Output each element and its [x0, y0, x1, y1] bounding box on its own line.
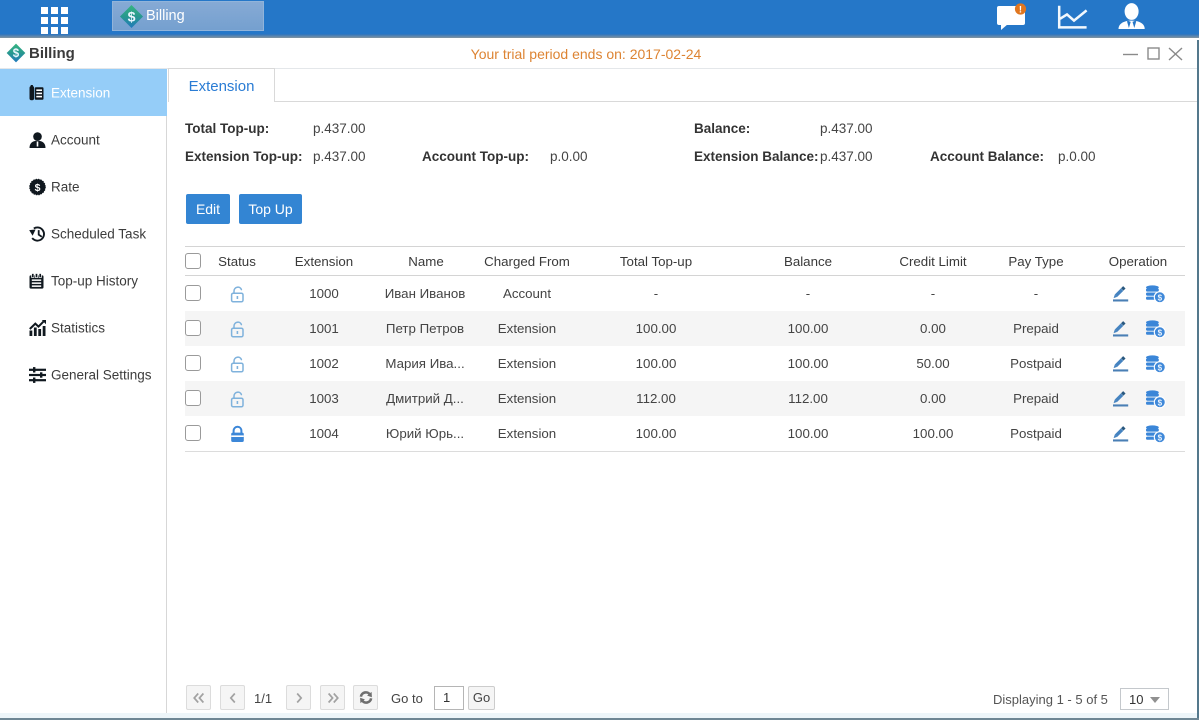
svg-text:$: $	[1158, 398, 1163, 407]
svg-text:$: $	[1158, 328, 1163, 337]
svg-text:$: $	[128, 8, 136, 24]
svg-text:$: $	[1158, 363, 1163, 372]
svg-text:$: $	[35, 181, 41, 193]
svg-text:$: $	[1158, 433, 1163, 442]
svg-text:!: !	[1019, 5, 1022, 16]
svg-text:$: $	[1158, 293, 1163, 302]
